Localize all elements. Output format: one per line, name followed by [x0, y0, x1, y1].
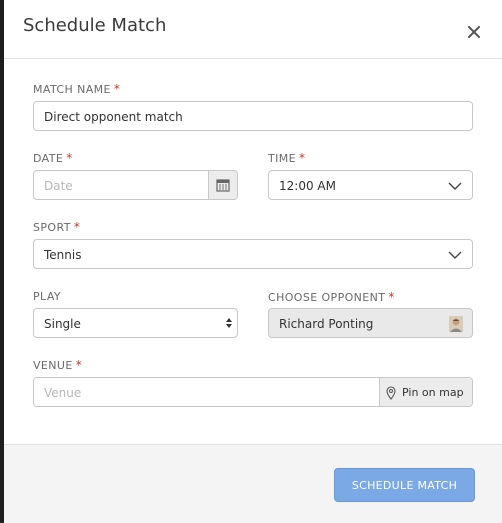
schedule-match-dialog: Schedule Match MATCH NAME * Direct oppone…: [4, 0, 502, 523]
match-name-value: Direct opponent match: [44, 110, 183, 124]
required-mark: *: [75, 358, 83, 372]
match-name-label: MATCH NAME *: [33, 82, 120, 96]
avatar: [449, 316, 463, 332]
schedule-match-button[interactable]: SCHEDULE MATCH: [334, 468, 475, 502]
sport-label-text: SPORT: [33, 221, 71, 234]
required-mark: *: [66, 151, 73, 165]
play-value: Single: [44, 317, 81, 331]
required-mark: *: [73, 220, 81, 234]
date-input[interactable]: Date: [33, 170, 238, 200]
date-label-text: DATE: [33, 152, 64, 165]
dialog-title: Schedule Match: [23, 15, 167, 36]
opponent-value: Richard Ponting: [279, 317, 374, 331]
date-label: DATE *: [33, 151, 73, 165]
chevron-down-icon: [448, 182, 462, 190]
pin-on-map-label: Pin on map: [402, 386, 464, 399]
dialog-header: Schedule Match: [4, 0, 502, 59]
required-mark: *: [299, 151, 306, 165]
required-mark: *: [113, 82, 121, 96]
match-name-label-text: MATCH NAME: [33, 83, 111, 96]
close-button[interactable]: [464, 22, 484, 42]
venue-label-text: VENUE: [33, 359, 73, 372]
sport-label: SPORT *: [33, 220, 80, 234]
play-label-text: PLAY: [33, 290, 62, 303]
venue-placeholder: Venue: [44, 386, 82, 400]
map-pin-icon: [386, 386, 396, 400]
opponent-field[interactable]: Richard Ponting: [268, 308, 473, 338]
opponent-label-text: CHOOSE OPPONENT: [268, 291, 386, 304]
time-label: TIME *: [268, 151, 305, 165]
date-picker-button[interactable]: [208, 171, 237, 199]
updown-arrows-icon: [226, 318, 232, 328]
time-label-text: TIME: [268, 152, 297, 165]
venue-input[interactable]: Venue Pin on map: [33, 377, 473, 407]
pin-on-map-button[interactable]: Pin on map: [379, 378, 472, 406]
venue-label: VENUE *: [33, 358, 82, 372]
time-select[interactable]: 12:00 AM: [268, 170, 473, 200]
sport-select[interactable]: Tennis: [33, 239, 473, 269]
match-name-input[interactable]: Direct opponent match: [33, 101, 473, 131]
required-mark: *: [388, 290, 395, 304]
opponent-label: CHOOSE OPPONENT *: [268, 290, 395, 304]
chevron-down-icon: [448, 251, 462, 259]
date-placeholder: Date: [44, 179, 73, 193]
close-icon: [468, 26, 480, 38]
dialog-footer: SCHEDULE MATCH: [4, 444, 502, 523]
sport-value: Tennis: [44, 248, 82, 262]
play-label: PLAY: [33, 290, 61, 303]
time-value: 12:00 AM: [279, 179, 336, 193]
play-select[interactable]: Single: [33, 308, 238, 338]
calendar-icon: [216, 179, 230, 192]
